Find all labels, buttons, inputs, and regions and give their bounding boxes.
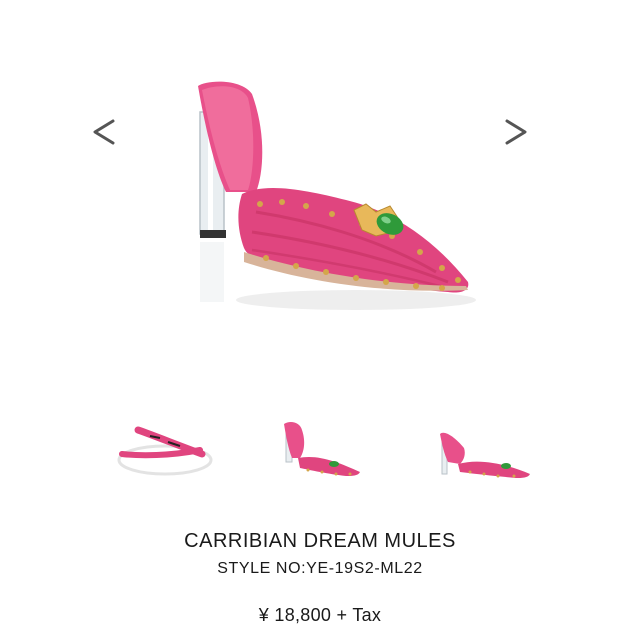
chevron-right-icon: [505, 119, 527, 145]
product-style-number: STYLE NO:YE-19S2-ML22: [217, 560, 423, 577]
prev-image-button[interactable]: [84, 112, 124, 152]
main-product-image: [186, 72, 486, 322]
next-image-button[interactable]: [496, 112, 536, 152]
thumbnail-wristband[interactable]: [110, 410, 220, 500]
wristband-thumbnail-image: [117, 426, 213, 476]
thumbnail-strip: [0, 410, 640, 500]
pink-mule-shoe-illustration: [198, 81, 476, 310]
chevron-left-icon: [93, 119, 115, 145]
thumbnail-mule-angle[interactable]: [436, 410, 536, 500]
pink-mule-side-thumbnail-image: [284, 422, 360, 476]
product-price: ¥ 18,800 + Tax: [258, 605, 382, 625]
pink-mule-angle-thumbnail-image: [440, 432, 530, 478]
thumbnail-mule-side[interactable]: [278, 410, 368, 500]
product-name: CARRIBIAN DREAM MULES: [184, 530, 456, 552]
